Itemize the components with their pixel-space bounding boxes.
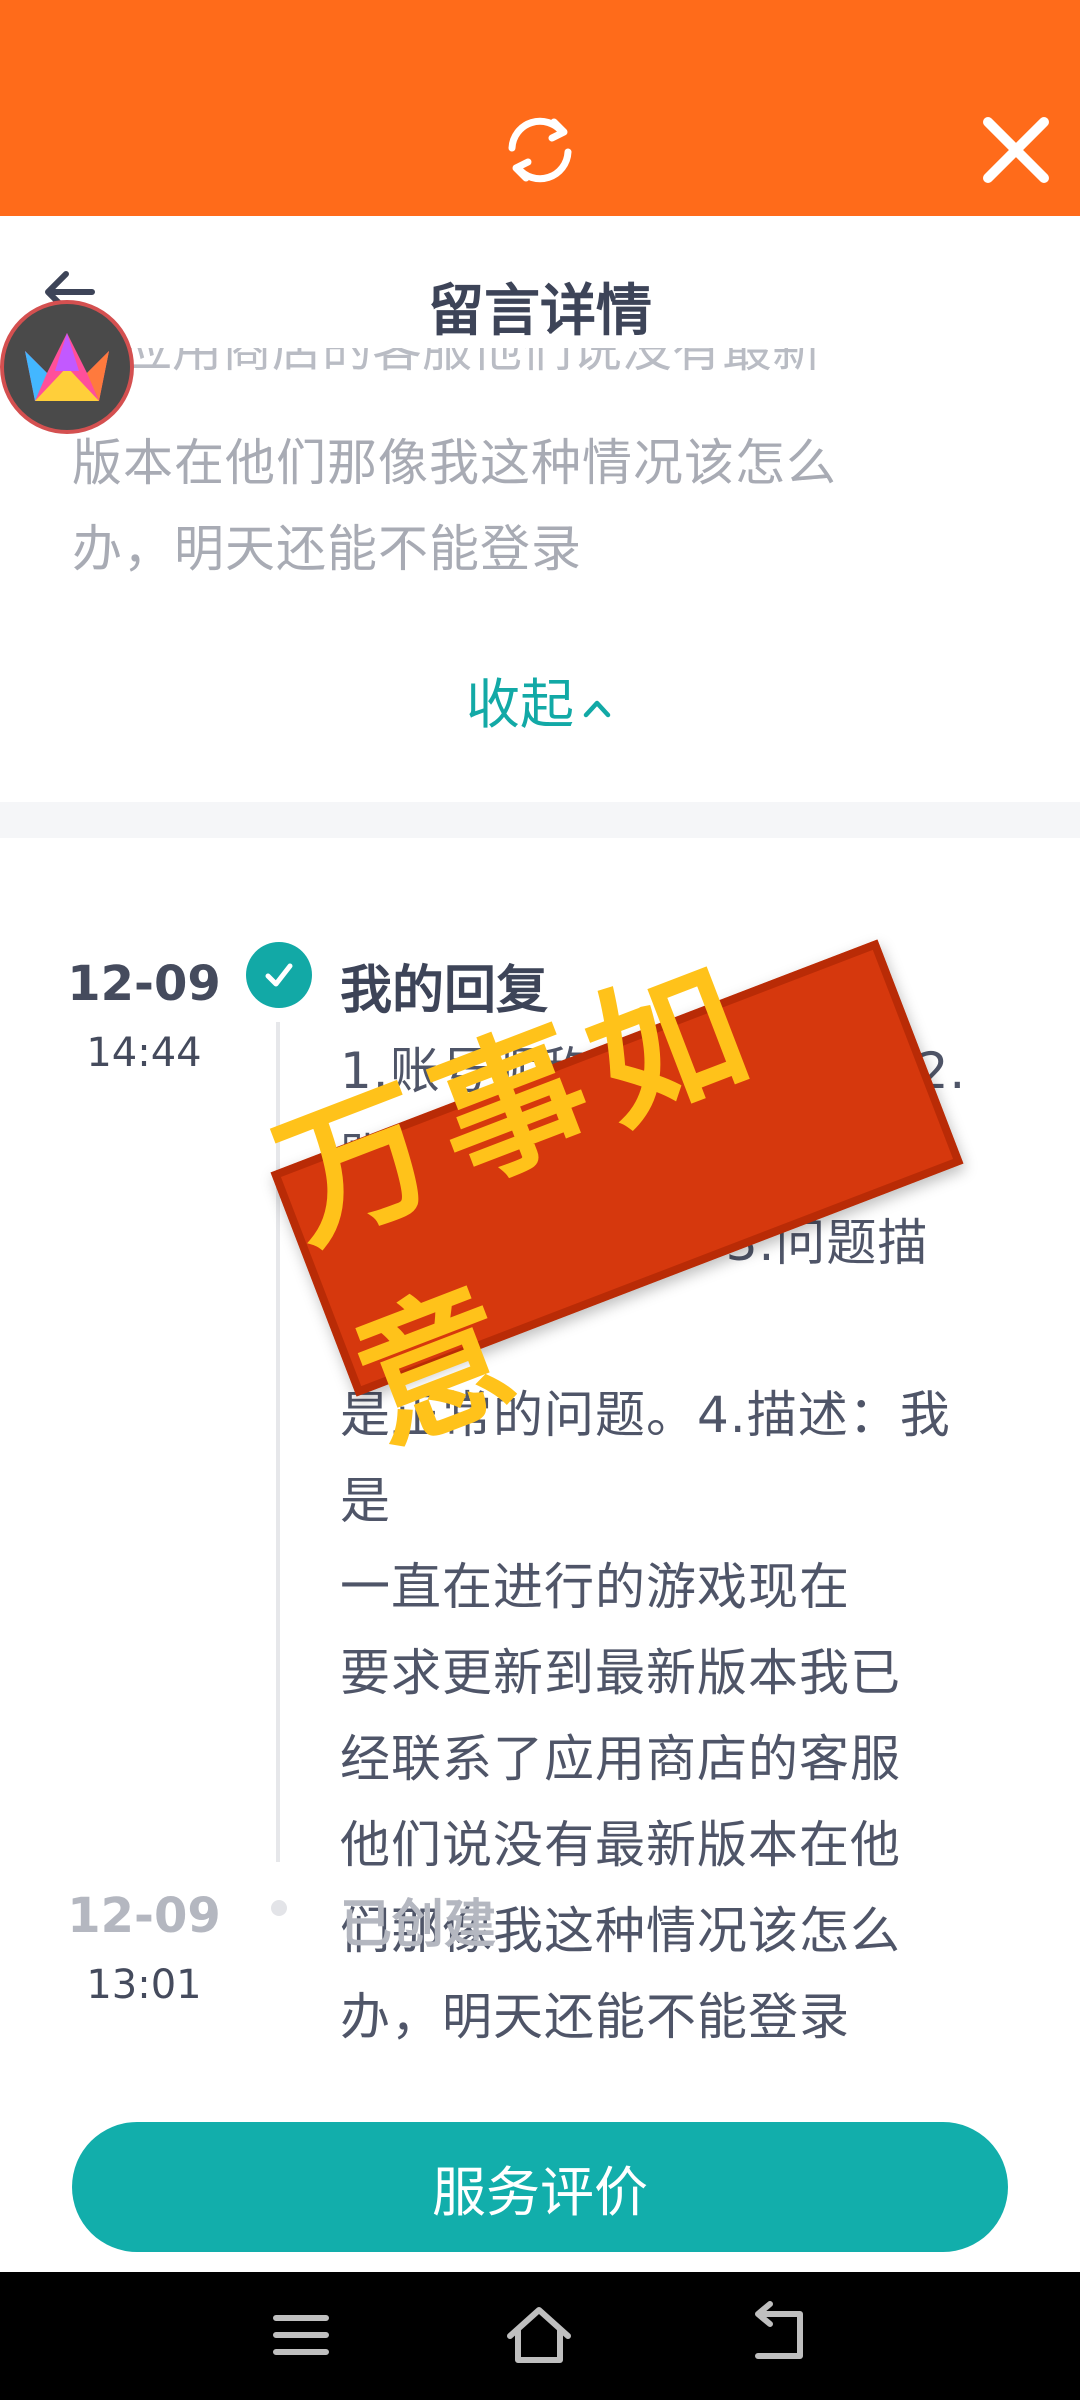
created-label: 已创建: [340, 1895, 497, 1955]
home-icon[interactable]: [504, 2300, 574, 2370]
chevron-up-icon: [583, 701, 611, 718]
reply-line: 他们说没有最新版本在他: [340, 1816, 901, 1874]
reply-time: 14:44: [86, 1030, 202, 1076]
message-text-line: 办，明天还能不能登录: [72, 520, 582, 578]
message-text-line: 版本在他们那像我这种情况该怎么: [72, 434, 837, 492]
refresh-icon[interactable]: [498, 108, 582, 192]
page-title: 留言详情: [428, 279, 652, 344]
collapse-button[interactable]: 收起: [0, 660, 1080, 739]
floating-app-avatar[interactable]: [0, 300, 134, 434]
service-rating-button[interactable]: 服务评价: [72, 2122, 1008, 2252]
reply-date: 12-09: [67, 956, 221, 1012]
back-nav-icon[interactable]: [744, 2300, 814, 2370]
check-circle-icon: [246, 942, 312, 1008]
message-text-clipped: 们应用商店的客服他们说没有最新: [72, 348, 822, 378]
timeline-dot: [271, 1900, 287, 1916]
reply-line: 一直在进行的游戏现在: [340, 1558, 850, 1616]
close-icon[interactable]: [978, 112, 1054, 188]
menu-icon[interactable]: [266, 2300, 336, 2370]
reply-line: 要求更新到最新版本我已: [340, 1644, 901, 1702]
reply-line: 经联系了应用商店的客服: [340, 1730, 901, 1788]
created-time: 13:01: [86, 1962, 202, 2008]
crown-icon: [25, 333, 109, 401]
section-divider: [0, 802, 1080, 838]
reply-line: 办，明天还能不能登录: [340, 1988, 850, 2046]
created-date: 12-09: [67, 1888, 221, 1944]
